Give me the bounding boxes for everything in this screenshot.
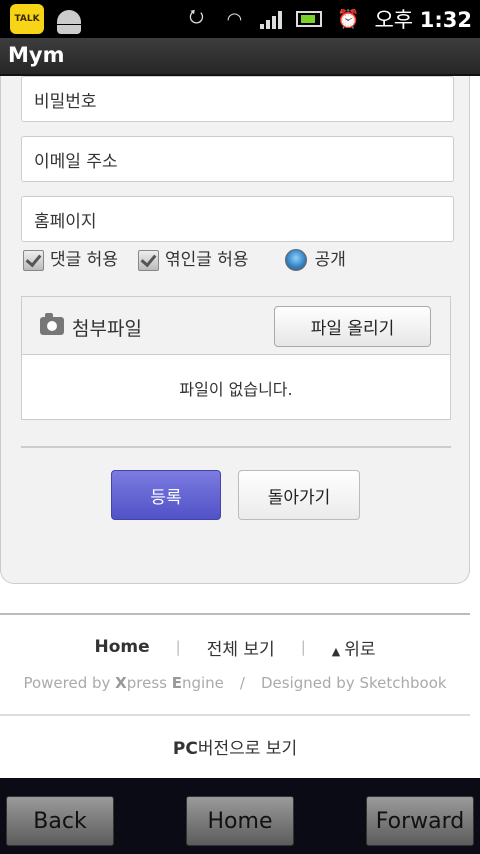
- submit-button[interactable]: 등록: [111, 470, 221, 520]
- radio-selected-icon: [284, 249, 307, 271]
- attachment-label: 첨부파일: [72, 318, 142, 340]
- go-back-button[interactable]: 돌아가기: [238, 470, 360, 520]
- homepage-field[interactable]: 홈페이지: [21, 196, 454, 242]
- upload-file-button[interactable]: 파일 올리기: [274, 306, 431, 347]
- checkbox-checked-icon: [137, 249, 159, 271]
- alarm-icon: ⏰: [337, 8, 360, 30]
- allow-comments-label: 댓글 허용: [50, 249, 118, 270]
- divider: [21, 446, 451, 448]
- attachment-box: 첨부파일 파일 올리기 파일이 없습니다.: [21, 296, 451, 420]
- pc-version-link[interactable]: PC버전으로 보기: [0, 734, 470, 760]
- footer-view-all-link[interactable]: 전체 보기: [207, 635, 275, 660]
- xe-ngine: ngine: [181, 674, 224, 692]
- wifi-icon: ◠: [226, 8, 243, 30]
- footer-nav: Home | 전체 보기 | ▲ 위로: [0, 634, 470, 660]
- forward-button[interactable]: Forward: [366, 796, 474, 846]
- password-field[interactable]: 비밀번호: [21, 76, 454, 122]
- xe-x: X: [115, 674, 127, 692]
- footer-divider: [0, 613, 470, 615]
- homepage-placeholder: 홈페이지: [34, 211, 97, 232]
- camera-icon: [40, 313, 64, 335]
- web-content[interactable]: 비밀번호 이메일 주소 홈페이지 댓글 허용 엮인글 허용 공개 첨부파일 파일…: [0, 76, 480, 778]
- powered-by-text: Powered by Xpress Engine / Designed by Ske…: [0, 674, 470, 696]
- powered-prefix: Powered by: [23, 674, 116, 692]
- sketchbook-link[interactable]: Designed by Sketchbook: [261, 674, 447, 692]
- footer-top-link[interactable]: ▲ 위로: [332, 635, 376, 660]
- android-icon: [52, 4, 86, 34]
- checkbox-checked-icon: [23, 249, 44, 271]
- footer-divider: [0, 714, 470, 716]
- separator: |: [175, 638, 181, 656]
- home-button[interactable]: Home: [186, 796, 294, 846]
- back-button[interactable]: Back: [6, 796, 114, 846]
- email-field[interactable]: 이메일 주소: [21, 136, 454, 182]
- attachment-header: 첨부파일 파일 올리기: [22, 297, 450, 355]
- public-radio[interactable]: 공개: [284, 245, 346, 271]
- allow-trackbacks-label: 엮인글 허용: [164, 249, 249, 270]
- up-arrow-icon: ▲: [331, 644, 341, 658]
- comment-form: 비밀번호 이메일 주소 홈페이지 댓글 허용 엮인글 허용 공개 첨부파일 파일…: [0, 76, 470, 584]
- kakaotalk-icon: TALK: [10, 4, 44, 34]
- status-clock: 오후 1:32: [374, 4, 472, 34]
- xe-press: press: [126, 674, 172, 692]
- email-placeholder: 이메일 주소: [34, 151, 118, 172]
- browser-nav-bar: Back Home Forward: [0, 778, 480, 854]
- signal-icon: [260, 9, 283, 29]
- xe-link[interactable]: Xpress Engine: [115, 674, 224, 692]
- pc-bold-text: PC: [172, 739, 198, 759]
- separator: |: [300, 638, 306, 656]
- pc-rest-text: 버전으로 보기: [197, 739, 298, 759]
- password-placeholder: 비밀번호: [34, 91, 97, 112]
- footer-home-link[interactable]: Home: [95, 637, 150, 657]
- rotate-icon: ⭮: [188, 6, 205, 27]
- time-value: 1:32: [419, 8, 472, 32]
- no-files-text: 파일이 없습니다.: [179, 380, 293, 399]
- allow-comments-checkbox[interactable]: 댓글 허용: [23, 245, 118, 271]
- slash-separator: /: [239, 674, 245, 692]
- status-bar: TALK ⭮ ◠ ⏰ 오후 1:32: [0, 0, 480, 38]
- battery-icon: [296, 11, 323, 27]
- xe-e: E: [171, 674, 182, 692]
- top-label: 위로: [344, 639, 376, 660]
- post-options: 댓글 허용 엮인글 허용 공개: [23, 242, 346, 272]
- allow-trackbacks-checkbox[interactable]: 엮인글 허용: [137, 245, 249, 271]
- app-title-bar: Mym: [0, 38, 480, 76]
- time-prefix: 오후: [374, 8, 414, 32]
- talk-label: TALK: [14, 14, 40, 24]
- public-label: 공개: [314, 249, 346, 270]
- app-title: Mym: [8, 43, 65, 67]
